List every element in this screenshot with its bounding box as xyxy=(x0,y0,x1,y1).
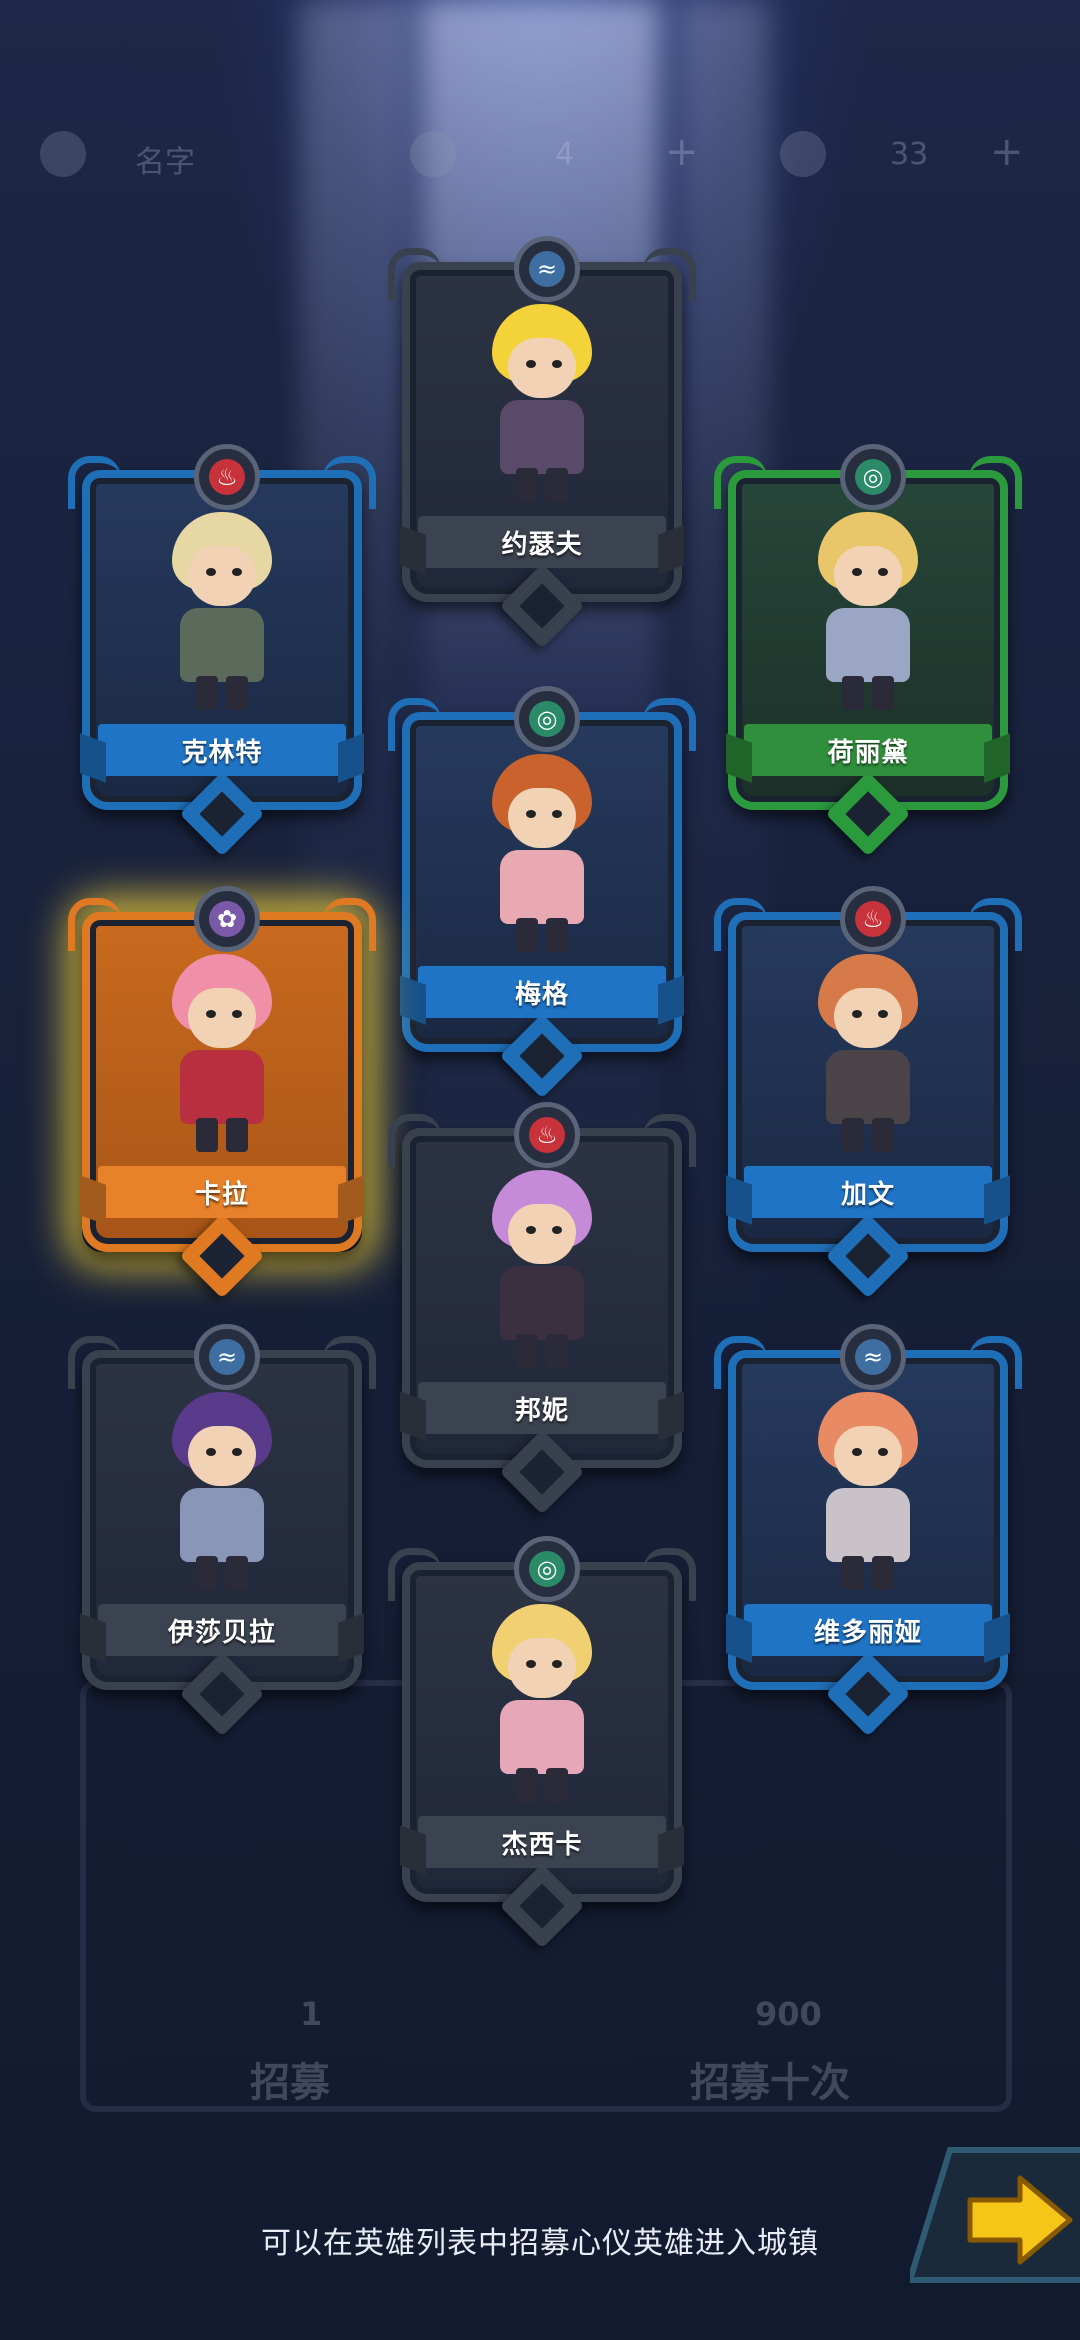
hero-portrait xyxy=(798,954,938,1154)
hero-card-gavin[interactable]: ♨ 加文 xyxy=(714,886,1022,1299)
hero-name: 维多丽娅 xyxy=(744,1604,992,1656)
player-icon xyxy=(40,131,86,177)
player-name: 名字 xyxy=(135,145,195,180)
hero-name: 加文 xyxy=(744,1166,992,1218)
hero-portrait xyxy=(472,304,612,504)
element-light-icon: ✿ xyxy=(194,886,260,952)
hero-card-meg[interactable]: ◎ 梅格 xyxy=(388,686,696,1099)
hero-name: 伊莎贝拉 xyxy=(98,1604,346,1656)
hero-portrait xyxy=(472,1170,612,1370)
hero-card-bonnie[interactable]: ♨ 邦妮 xyxy=(388,1102,696,1515)
resource-bar: 名字 4 + 33 + xyxy=(40,125,1040,195)
hero-portrait xyxy=(152,954,292,1154)
element-fire-icon: ♨ xyxy=(194,444,260,510)
hero-name: 克林特 xyxy=(98,724,346,776)
next-arrow-button[interactable] xyxy=(910,2140,1080,2290)
hero-card-joseph[interactable]: ≈ 约瑟夫 xyxy=(388,236,696,649)
hero-card-holliday[interactable]: ◎ 荷丽黛 xyxy=(714,444,1022,857)
hero-name: 杰西卡 xyxy=(418,1816,666,1868)
coin-icon xyxy=(780,131,826,177)
hero-portrait xyxy=(472,754,612,954)
recruit-ten-cost: 900 xyxy=(755,1995,822,2033)
add-icon: + xyxy=(665,129,699,175)
hero-card-victoria[interactable]: ≈ 维多丽娅 xyxy=(714,1324,1022,1737)
hero-portrait xyxy=(798,1392,938,1592)
resource-value-a: 4 xyxy=(555,137,575,172)
hero-portrait xyxy=(472,1604,612,1804)
hero-name: 梅格 xyxy=(418,966,666,1018)
resource-value-b: 33 xyxy=(890,137,929,172)
element-water-icon: ≈ xyxy=(840,1324,906,1390)
hero-card-clint[interactable]: ♨ 克林特 xyxy=(68,444,376,857)
hero-name: 约瑟夫 xyxy=(418,516,666,568)
hero-portrait xyxy=(152,512,292,712)
hero-portrait xyxy=(152,1392,292,1592)
hero-card-jessica[interactable]: ◎ 杰西卡 xyxy=(388,1536,696,1949)
hero-name: 邦妮 xyxy=(418,1382,666,1434)
element-fire-icon: ♨ xyxy=(840,886,906,952)
recruit-button: 招募 xyxy=(250,2060,330,2106)
element-fire-icon: ♨ xyxy=(514,1102,580,1168)
element-wind-icon: ◎ xyxy=(514,1536,580,1602)
hero-card-kara[interactable]: ✿ 卡拉 xyxy=(68,886,376,1299)
hero-name: 卡拉 xyxy=(98,1166,346,1218)
add-icon: + xyxy=(990,129,1024,175)
element-wind-icon: ◎ xyxy=(840,444,906,510)
recruit-ten-button: 招募十次 xyxy=(690,2060,850,2106)
gem-icon xyxy=(410,131,456,177)
element-water-icon: ≈ xyxy=(514,236,580,302)
hero-name: 荷丽黛 xyxy=(744,724,992,776)
hero-card-isabella[interactable]: ≈ 伊莎贝拉 xyxy=(68,1324,376,1737)
element-wind-icon: ◎ xyxy=(514,686,580,752)
recruit-cost: 1 xyxy=(300,1995,323,2033)
element-water-icon: ≈ xyxy=(194,1324,260,1390)
hero-portrait xyxy=(798,512,938,712)
